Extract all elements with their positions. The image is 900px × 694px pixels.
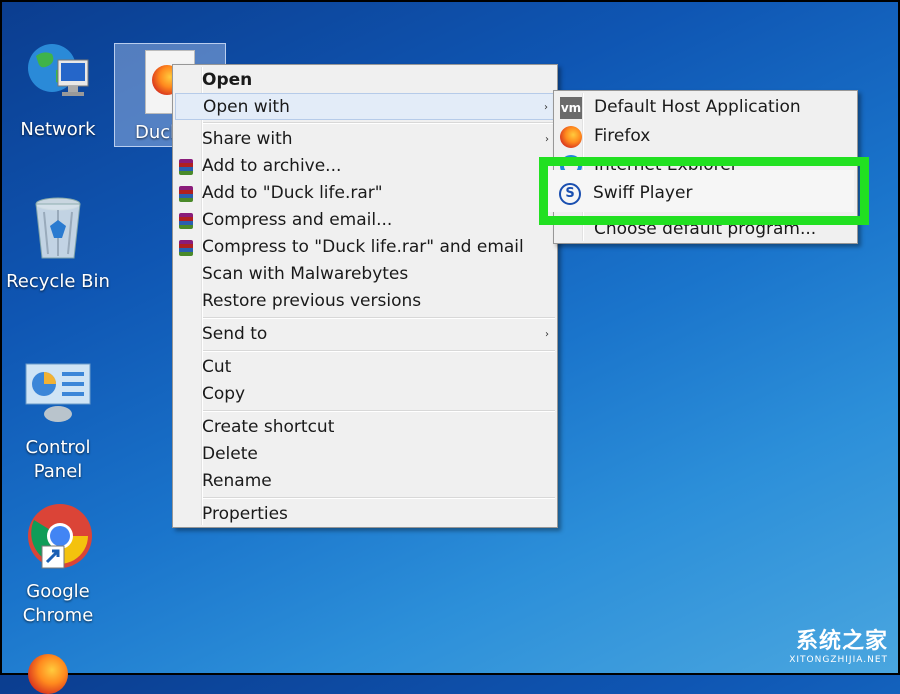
vm-icon: vm xyxy=(560,97,582,119)
menu-item-copy[interactable]: Copy xyxy=(175,381,555,408)
menu-item-label: Open with xyxy=(203,97,290,117)
menu-item-open-with[interactable]: Open with › xyxy=(175,93,555,120)
menu-separator xyxy=(203,350,555,352)
menu-item-cut[interactable]: Cut xyxy=(175,354,555,381)
submenu-item-default-host-application[interactable]: vm Default Host Application xyxy=(556,93,855,122)
menu-item-label: Send to xyxy=(202,324,268,344)
menu-item-rename[interactable]: Rename xyxy=(175,468,555,495)
desktop-icon-firefox-partial[interactable] xyxy=(28,654,68,694)
menu-item-label: Compress to "Duck life.rar" and email xyxy=(202,237,524,257)
control-panel-icon xyxy=(22,358,94,430)
menu-item-restore-previous-versions[interactable]: Restore previous versions xyxy=(175,288,555,315)
menu-item-label: Create shortcut xyxy=(202,417,335,437)
recycle-bin-icon xyxy=(22,192,94,264)
submenu-item-label: Firefox xyxy=(594,126,651,146)
submenu-arrow-icon: › xyxy=(544,102,548,113)
context-menu: Open Open with › Share with › Add to archi… xyxy=(172,64,558,528)
menu-item-add-to-rar[interactable]: Add to "Duck life.rar" xyxy=(175,180,555,207)
menu-item-share-with[interactable]: Share with › xyxy=(175,126,555,153)
submenu-arrow-icon: › xyxy=(545,329,549,340)
desktop-icon-control-panel[interactable]: Control Panel xyxy=(2,358,114,484)
submenu-arrow-icon: › xyxy=(545,134,549,145)
menu-item-add-to-archive[interactable]: Add to archive... xyxy=(175,153,555,180)
desktop-icon-label: Google xyxy=(26,581,90,602)
desktop-icon-recycle-bin[interactable]: Recycle Bin xyxy=(2,192,114,294)
desktop-icon-network[interactable]: Network xyxy=(2,40,114,142)
menu-item-create-shortcut[interactable]: Create shortcut xyxy=(175,414,555,441)
menu-item-label: Open xyxy=(202,70,253,90)
winrar-icon xyxy=(179,159,193,175)
winrar-icon xyxy=(179,213,193,229)
winrar-icon xyxy=(179,240,193,256)
menu-separator xyxy=(203,410,555,412)
menu-item-delete[interactable]: Delete xyxy=(175,441,555,468)
menu-item-compress-to-rar-and-email[interactable]: Compress to "Duck life.rar" and email xyxy=(175,234,555,261)
desktop-icon-label: Recycle Bin xyxy=(6,271,110,292)
menu-item-label: Restore previous versions xyxy=(202,291,422,311)
menu-separator xyxy=(203,317,555,319)
menu-item-open[interactable]: Open xyxy=(175,67,555,94)
desktop-icon-google-chrome[interactable]: Google Chrome xyxy=(2,502,114,628)
chrome-icon xyxy=(22,502,94,574)
menu-item-compress-and-email[interactable]: Compress and email... xyxy=(175,207,555,234)
desktop-icon-label: Network xyxy=(20,119,96,140)
menu-separator xyxy=(203,497,555,499)
menu-item-label: Add to archive... xyxy=(202,156,342,176)
firefox-icon xyxy=(560,126,582,148)
menu-item-scan-with-malwarebytes[interactable]: Scan with Malwarebytes xyxy=(175,261,555,288)
winrar-icon xyxy=(179,186,193,202)
menu-item-label: Properties xyxy=(202,504,288,524)
menu-item-label: Scan with Malwarebytes xyxy=(202,264,409,284)
submenu-item-firefox[interactable]: Firefox xyxy=(556,122,855,151)
menu-item-label: Delete xyxy=(202,444,258,464)
menu-item-label: Copy xyxy=(202,384,246,404)
menu-item-label: Cut xyxy=(202,357,232,377)
watermark: 系统之家 XITONGZHIJIA.NET xyxy=(789,623,888,665)
submenu-item-label: Default Host Application xyxy=(594,97,801,117)
menu-item-properties[interactable]: Properties xyxy=(175,501,555,528)
watermark-subtext: XITONGZHIJIA.NET xyxy=(789,655,888,665)
menu-item-label: Share with xyxy=(202,129,293,149)
green-highlight-box xyxy=(539,157,869,225)
desktop-icon-label: Chrome xyxy=(22,605,94,626)
menu-separator xyxy=(203,122,555,124)
menu-item-label: Compress and email... xyxy=(202,210,393,230)
desktop-icon-label: Control Panel xyxy=(25,437,91,482)
menu-item-label: Rename xyxy=(202,471,272,491)
menu-item-label: Add to "Duck life.rar" xyxy=(202,183,383,203)
network-globe-icon xyxy=(22,40,94,112)
watermark-text: 系统之家 xyxy=(795,629,888,654)
menu-item-send-to[interactable]: Send to › xyxy=(175,321,555,348)
